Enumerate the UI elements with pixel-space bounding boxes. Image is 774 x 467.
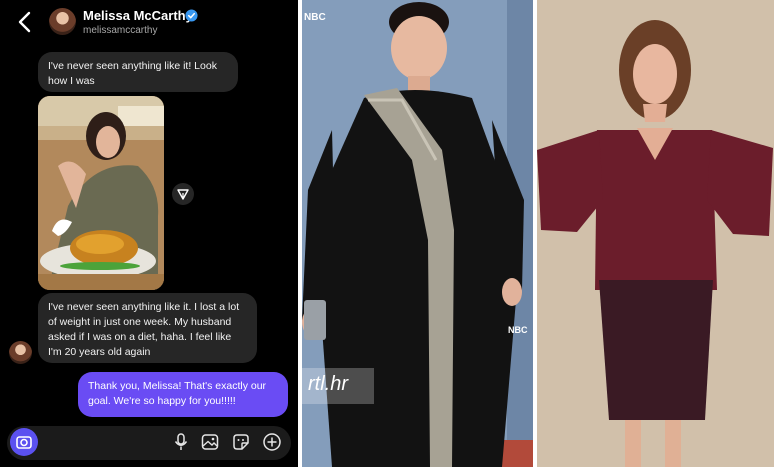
shared-photo-image (38, 96, 164, 290)
gallery-icon[interactable] (200, 432, 220, 452)
verified-badge-icon (185, 9, 198, 22)
share-button[interactable] (172, 183, 194, 205)
watermark: rtl.hr (302, 368, 374, 404)
avatar[interactable] (49, 8, 76, 35)
contact-handle: melissamccarthy (83, 25, 158, 36)
after-photo-image (537, 0, 774, 467)
back-arrow-icon[interactable] (14, 10, 36, 34)
chat-header: Melissa McCarthy melissamccarthy (0, 0, 298, 44)
sender-avatar[interactable] (9, 341, 32, 364)
message-bubble: I've never seen anything like it. I lost… (38, 293, 257, 363)
sticker-icon[interactable] (231, 432, 251, 452)
message-bubble-outgoing: Thank you, Melissa! That's exactly our g… (78, 372, 288, 417)
shared-photo[interactable] (38, 96, 164, 290)
chat-panel: Melissa McCarthy melissamccarthy I've ne… (0, 0, 298, 467)
send-icon (177, 189, 189, 200)
message-bubble: I've never seen anything like it! Look h… (38, 52, 238, 92)
microphone-icon[interactable] (171, 432, 191, 452)
network-logo-bottom: NBC (508, 325, 528, 335)
camera-button[interactable] (10, 428, 38, 456)
contact-name[interactable]: Melissa McCarthy (83, 8, 193, 23)
network-logo: NBC (304, 12, 326, 23)
after-photo (537, 0, 774, 467)
plus-icon[interactable] (262, 432, 282, 452)
camera-icon (16, 436, 32, 449)
